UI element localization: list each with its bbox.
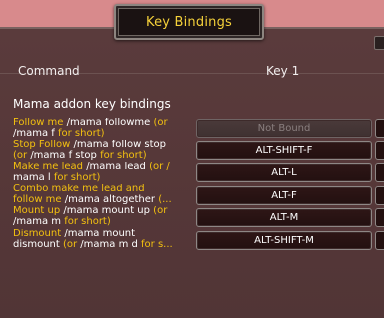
label-segment: for short) [100,149,147,161]
key2-binding-button[interactable] [375,231,384,250]
label-segment: Dismount [13,229,65,239]
label-segment: Mount up [13,206,64,216]
binding-row-label-line: follow me /mama altogether (... [13,193,193,206]
section-title: Mama addon key bindings [13,97,171,111]
label-segment: mama l [13,171,54,183]
binding-row-label: Dismount /mama mount dismount (or /mama m… [13,229,193,250]
key1-binding-button[interactable]: ALT-F [196,186,372,205]
binding-row-label-line: mama l for short) [13,171,193,184]
label-segment: for s... [137,238,173,250]
column-header-key1: Key 1 [266,64,300,78]
key2-binding-button[interactable] [375,119,384,138]
label-segment: (or [59,238,81,250]
window-title: Key Bindings [146,15,232,30]
binding-row-label: Mount up /mama mount up (or/mama m for s… [13,206,193,227]
label-segment: (... [155,193,172,205]
label-segment: for short) [58,127,105,139]
scroll-up-button[interactable] [374,36,384,50]
label-segment: follow me [13,193,65,205]
label-segment: /mama mount up [63,206,150,216]
label-segment: /mama f stop [30,149,101,161]
label-segment: (or [150,206,168,216]
binding-row-label-line: /mama f for short) [13,127,193,140]
key2-binding-button[interactable] [375,208,384,227]
label-segment: for short) [53,171,101,183]
key1-binding-button[interactable]: ALT-L [196,163,372,182]
key2-binding-button[interactable] [375,163,384,182]
column-header-command: Command [18,64,80,78]
label-segment: (or [13,149,31,161]
label-segment: (or / [145,162,170,172]
label-segment: Stop Follow [13,140,74,150]
label-segment: /mama mount [64,229,136,239]
label-segment: Follow me [13,118,67,128]
binding-row-label-line: dismount (or /mama m d for s... [13,238,193,251]
label-segment: Combo make me lead and [13,184,145,194]
binding-row-label: Follow me /mama followme (or/mama f for … [13,118,193,139]
key1-binding-button[interactable]: Not Bound [196,119,372,138]
label-segment: /mama m d [80,238,138,250]
label-segment: (or [150,118,168,128]
window-title-plate: Key Bindings [114,4,264,40]
label-segment: dismount [13,238,60,250]
binding-row-label: Combo make me lead and follow me /mama al… [13,184,193,205]
label-segment: /mama altogether [64,193,156,205]
label-segment: /mama followme [66,118,151,128]
key2-binding-button[interactable] [375,186,384,205]
label-segment: for short) [64,215,111,227]
key1-binding-button[interactable]: ALT-M [196,208,372,227]
label-segment: /mama m [13,215,65,227]
binding-row-label: Make me lead /mama lead (or / mama l for … [13,162,193,183]
binding-row-label-line: (or /mama f stop for short) [13,149,193,162]
key1-binding-button[interactable]: ALT-SHIFT-M [196,231,372,250]
label-segment: Make me lead [13,162,87,172]
key2-binding-button[interactable] [375,141,384,160]
label-segment: /mama follow stop [73,140,167,150]
binding-row-label-line: /mama m for short) [13,215,193,228]
label-segment: /mama f [13,127,58,139]
key1-binding-button[interactable]: ALT-SHIFT-F [196,141,372,160]
binding-row-label: Stop Follow /mama follow stop (or /mama f… [13,140,193,161]
label-segment: /mama lead [86,162,146,172]
